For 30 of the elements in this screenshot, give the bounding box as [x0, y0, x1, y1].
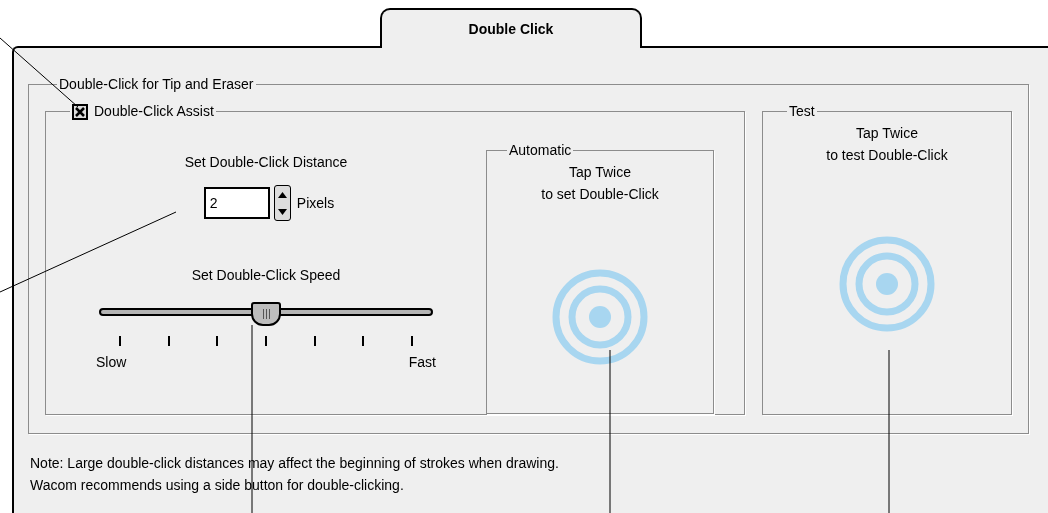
slow-label: Slow [96, 353, 127, 372]
tick-mark [410, 336, 413, 346]
fast-label: Fast [408, 353, 436, 372]
group-title: Test [788, 102, 816, 121]
tick-mark [167, 336, 170, 346]
distance-field[interactable]: 2 [203, 187, 270, 219]
x-mark-icon [75, 106, 85, 117]
note-text: Wacom recommends using a side button for double-clicking. [30, 476, 405, 495]
tick-mark [313, 336, 316, 346]
speed-label: Set Double-Click Speed [191, 266, 341, 285]
tick-mark [362, 336, 365, 346]
tab[interactable]: Double Click [380, 8, 642, 48]
distance-label: Set Double-Click Distance [184, 153, 348, 172]
tick-mark [216, 336, 219, 346]
target-icon [552, 269, 648, 365]
checkbox-label: Double-Click Assist [94, 102, 214, 121]
instruction-text: Tap Twice to test Double-Click [826, 124, 948, 165]
unit-label: Pixels [296, 193, 335, 213]
checkbox[interactable] [72, 103, 88, 120]
group-title: Double-Click for Tip and Eraser [58, 75, 255, 94]
instruction-text: Tap Twice to set Double-Click [541, 163, 659, 204]
note-text: Note: Large double-click distances may affect the beginning of strokes when drawing. [30, 454, 560, 473]
target-icon [839, 236, 935, 332]
stepper-control[interactable] [273, 185, 291, 221]
slider-thumb[interactable] [251, 302, 281, 326]
tick-mark [119, 336, 121, 346]
down-arrow-icon [277, 208, 287, 215]
group-title: Automatic [508, 141, 573, 160]
tick-mark [264, 336, 267, 346]
up-arrow-icon [277, 191, 287, 198]
